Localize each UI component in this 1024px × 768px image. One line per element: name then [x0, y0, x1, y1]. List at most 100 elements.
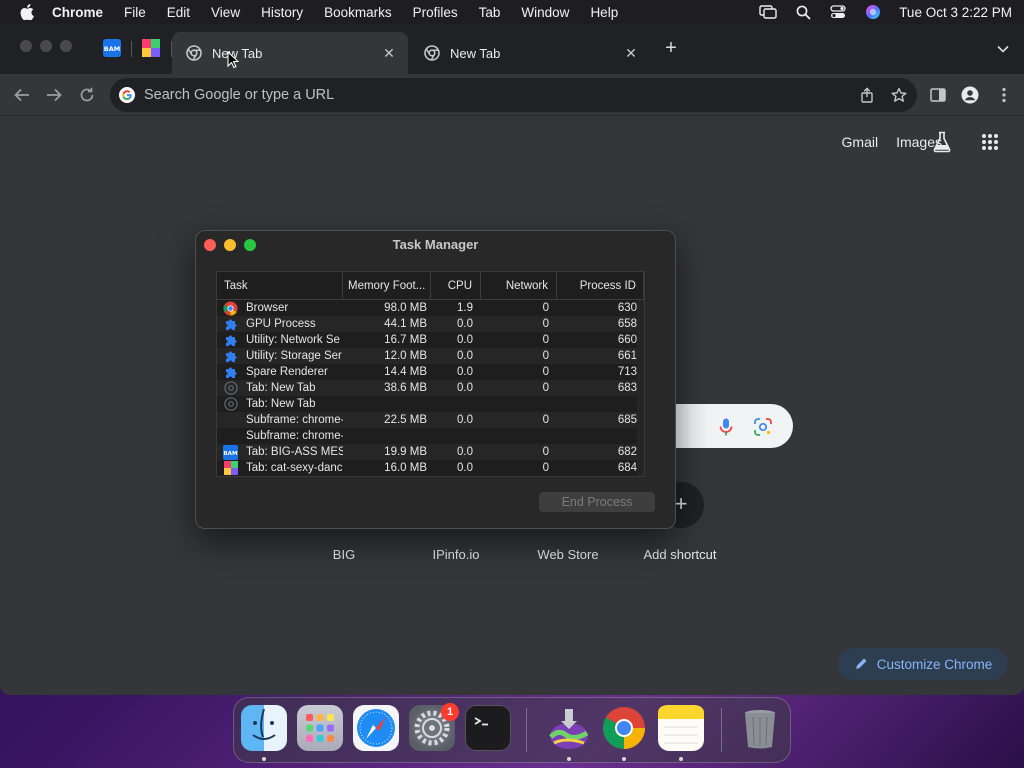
process-row[interactable]: Subframe: chrome-	[217, 428, 644, 444]
google-apps-grid-icon[interactable]	[981, 133, 1001, 153]
profile-avatar-icon[interactable]	[961, 86, 979, 104]
column-header-network[interactable]: Network	[481, 272, 557, 300]
process-network: 0	[542, 414, 549, 426]
siri-icon[interactable]	[864, 4, 882, 20]
dock-image-tool-icon[interactable]	[546, 705, 592, 751]
chrome-icon	[186, 45, 202, 61]
menu-clock[interactable]: Tue Oct 3 2:22 PM	[899, 5, 1012, 20]
menu-bookmarks[interactable]: Bookmarks	[324, 5, 392, 20]
pinned-tab-bam[interactable]: BAM	[103, 39, 121, 57]
process-row[interactable]: Browser 98.0 MB 1.9 0 630	[217, 300, 644, 316]
tab-new-tab-2[interactable]: New Tab ✕	[410, 32, 650, 74]
dock-trash-icon[interactable]	[737, 705, 783, 751]
google-g-icon	[119, 87, 135, 103]
shortcut-big[interactable]: BIG	[333, 547, 355, 562]
shortcut-add-shortcut[interactable]: Add shortcut	[644, 547, 717, 562]
puzzle-icon	[223, 349, 238, 364]
more-menu-icon[interactable]	[995, 86, 1013, 104]
window-controls	[20, 40, 72, 52]
bookmark-star-icon[interactable]	[891, 87, 907, 103]
process-row[interactable]: Subframe: chrome- 22.5 MB 0.0 0 685	[217, 412, 644, 428]
omnibox[interactable]: Search Google or type a URL	[110, 78, 917, 112]
zoom-window-button[interactable]	[60, 40, 72, 52]
tab-new-tab-1[interactable]: New Tab ✕	[172, 32, 408, 74]
process-row[interactable]: Utility: Storage Ser 12.0 MB 0.0 0 661	[217, 348, 644, 364]
menu-bar: Chrome File Edit View History Bookmarks …	[0, 0, 1024, 24]
column-header-task[interactable]: Task	[217, 272, 343, 300]
process-id	[557, 428, 644, 444]
apple-icon[interactable]	[18, 3, 36, 21]
process-network: 0	[542, 334, 549, 346]
process-network: 0	[542, 382, 549, 394]
new-tab-button[interactable]: +	[662, 38, 680, 58]
menu-edit[interactable]: Edit	[167, 5, 190, 20]
process-memory: 38.6 MB	[384, 382, 427, 394]
shortcut-ipinfo[interactable]: IPinfo.io	[433, 547, 480, 562]
forward-arrow-icon[interactable]	[45, 86, 63, 104]
chrome-gray-icon	[223, 397, 238, 412]
dock-notes-icon[interactable]	[658, 705, 704, 751]
end-process-button[interactable]: End Process	[539, 492, 655, 512]
voice-search-mic-icon[interactable]	[717, 417, 735, 437]
menu-help[interactable]: Help	[590, 5, 618, 20]
process-network: 0	[542, 302, 549, 314]
pinned-tab-colorful[interactable]	[142, 39, 160, 57]
google-lens-icon[interactable]	[753, 418, 773, 436]
process-memory: 22.5 MB	[384, 414, 427, 426]
side-panel-icon[interactable]	[929, 86, 947, 104]
process-row[interactable]: GPU Process 44.1 MB 0.0 0 658	[217, 316, 644, 332]
dock-chrome-icon[interactable]	[601, 705, 647, 751]
process-row[interactable]: BAM Tab: BIG-ASS MES 19.9 MB 0.0 0 682	[217, 444, 644, 460]
process-memory: 16.7 MB	[384, 334, 427, 346]
process-id: 661	[617, 350, 637, 362]
back-arrow-icon[interactable]	[13, 86, 31, 104]
gmail-link[interactable]: Gmail	[842, 134, 879, 150]
menu-app-name[interactable]: Chrome	[52, 5, 103, 20]
share-icon[interactable]	[859, 87, 875, 103]
minimize-window-button[interactable]	[40, 40, 52, 52]
screen-mirroring-icon[interactable]	[759, 4, 777, 20]
close-tab-icon[interactable]: ✕	[382, 46, 396, 60]
close-tab-icon[interactable]: ✕	[624, 46, 638, 60]
process-row[interactable]: Tab: New Tab	[217, 396, 644, 412]
column-header-process-id[interactable]: Process ID	[557, 272, 644, 300]
menu-tab[interactable]: Tab	[479, 5, 501, 20]
chrome-labs-flask-icon[interactable]	[932, 131, 952, 153]
dock-launchpad-icon[interactable]	[297, 705, 343, 751]
process-row[interactable]: Spare Renderer 14.4 MB 0.0 0 713	[217, 364, 644, 380]
system-settings-badge: 1	[441, 703, 459, 721]
menu-file[interactable]: File	[124, 5, 146, 20]
dock-safari-icon[interactable]	[353, 705, 399, 751]
shortcut-web-store[interactable]: Web Store	[537, 547, 598, 562]
process-id: 684	[617, 462, 637, 474]
process-task-cell: Utility: Network Se	[217, 332, 343, 348]
task-manager-titlebar[interactable]: Task Manager	[196, 231, 675, 259]
process-network	[481, 396, 557, 412]
dock-finder-icon[interactable]	[241, 705, 287, 751]
process-row[interactable]: Tab: New Tab 38.6 MB 0.0 0 683	[217, 380, 644, 396]
menu-view[interactable]: View	[211, 5, 240, 20]
spotlight-search-icon[interactable]	[794, 4, 812, 20]
menu-window[interactable]: Window	[521, 5, 569, 20]
svg-text:BAM: BAM	[104, 45, 120, 53]
close-window-button[interactable]	[20, 40, 32, 52]
process-cpu: 0.0	[457, 382, 473, 394]
dock: 1	[233, 697, 791, 763]
menu-history[interactable]: History	[261, 5, 303, 20]
menu-profiles[interactable]: Profiles	[413, 5, 458, 20]
process-network: 0	[542, 318, 549, 330]
process-row[interactable]: Utility: Network Se 16.7 MB 0.0 0 660	[217, 332, 644, 348]
reload-icon[interactable]	[78, 86, 96, 104]
column-header-cpu[interactable]: CPU	[431, 272, 481, 300]
process-table-scrollbar[interactable]	[637, 300, 644, 476]
process-network: 0	[542, 446, 549, 458]
process-row[interactable]: Tab: cat-sexy-danc 16.0 MB 0.0 0 684	[217, 460, 644, 476]
dock-terminal-icon[interactable]	[465, 705, 511, 751]
process-task-name: Tab: cat-sexy-danc	[246, 462, 343, 474]
customize-chrome-button[interactable]: Customize Chrome	[838, 648, 1008, 680]
control-center-icon[interactable]	[829, 4, 847, 20]
column-header-memory[interactable]: Memory Foot...	[343, 272, 431, 300]
tab-search-chevron-icon[interactable]	[996, 42, 1010, 56]
dock-separator	[721, 708, 722, 752]
process-id: 658	[617, 318, 637, 330]
